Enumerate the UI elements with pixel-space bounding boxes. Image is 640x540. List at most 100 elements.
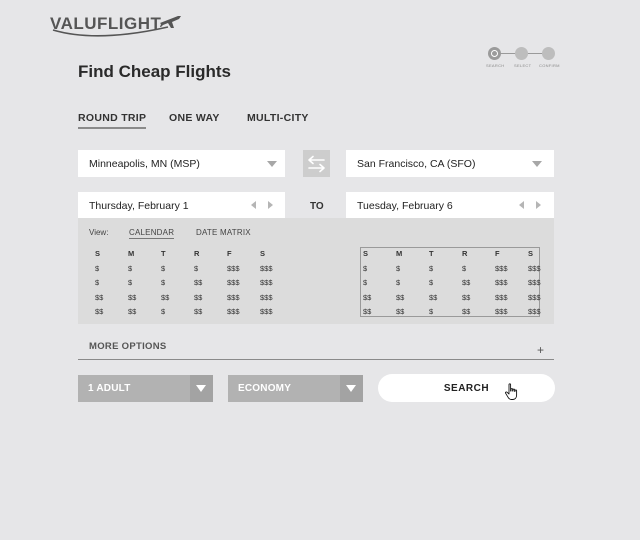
cabin-class-value: ECONOMY <box>238 383 292 394</box>
return-date-value: Tuesday, February 6 <box>357 200 453 212</box>
return-price-cell[interactable]: $$ <box>462 307 495 322</box>
depart-price-cell[interactable]: $$$ <box>227 293 260 308</box>
return-price-cell[interactable]: $$$ <box>495 307 528 322</box>
view-label: View: <box>89 228 109 237</box>
return-price-cell[interactable]: $ <box>396 264 429 279</box>
return-price-cell[interactable]: $$ <box>462 293 495 308</box>
depart-date-field[interactable]: Thursday, February 1 <box>78 192 285 219</box>
step-label-select: SELECT <box>514 63 532 68</box>
return-price-cell[interactable]: $$ <box>396 307 429 322</box>
tab-round-trip[interactable]: ROUND TRIP <box>78 112 147 129</box>
return-price-cell[interactable]: $$$ <box>495 278 528 293</box>
depart-price-cell[interactable]: $ <box>95 264 128 279</box>
chevron-down-icon <box>196 385 206 392</box>
swap-button[interactable] <box>303 150 330 177</box>
depart-price-cell[interactable]: $$ <box>95 293 128 308</box>
return-day-header: R <box>462 249 468 258</box>
prev-date-icon[interactable] <box>251 201 256 209</box>
step-select-indicator <box>515 47 528 60</box>
depart-price-cell[interactable]: $$ <box>194 278 227 293</box>
swap-arrows-icon <box>308 155 325 173</box>
depart-price-cell[interactable]: $ <box>161 307 194 322</box>
plus-icon: + <box>536 343 544 357</box>
depart-day-header: T <box>161 249 166 258</box>
depart-price-cell[interactable]: $$$ <box>227 278 260 293</box>
depart-day-header: F <box>227 249 232 258</box>
depart-price-calendar: S M T R F S $ $ $ $ $$$ $$$ $ $ $ $$ $$$ $$$ $$ $$ $$ $$ $$$ $$… <box>95 249 293 322</box>
depart-price-cell[interactable]: $ <box>128 278 161 293</box>
logo-swoosh <box>52 26 169 37</box>
depart-price-cell[interactable]: $$ <box>194 307 227 322</box>
return-price-cell[interactable]: $$$ <box>528 307 561 322</box>
return-price-cell[interactable]: $$ <box>429 293 462 308</box>
return-price-cell[interactable]: $$ <box>363 307 396 322</box>
return-price-cell[interactable]: $$$ <box>528 264 561 279</box>
depart-price-cell[interactable]: $ <box>161 264 194 279</box>
destination-select[interactable]: San Francisco, CA (SFO) <box>346 150 554 177</box>
calendar-panel: View: CALENDAR DATE MATRIX S M T R F S $ $ $ $ $$$… <box>78 218 554 324</box>
depart-price-cell[interactable]: $$ <box>95 307 128 322</box>
tab-multi-city[interactable]: MULTI-CITY <box>247 112 309 124</box>
depart-price-cell[interactable]: $$$ <box>227 307 260 322</box>
return-price-cell[interactable]: $$ <box>396 293 429 308</box>
depart-price-cell[interactable]: $$$ <box>260 293 293 308</box>
return-price-cell[interactable]: $$$ <box>495 293 528 308</box>
depart-price-cell[interactable]: $$$ <box>227 264 260 279</box>
to-label: TO <box>310 201 324 212</box>
return-price-cell[interactable]: $$ <box>363 293 396 308</box>
cabin-class-select[interactable]: ECONOMY <box>228 375 363 402</box>
depart-price-cell[interactable]: $$ <box>194 293 227 308</box>
return-day-header: M <box>396 249 403 258</box>
hand-cursor-icon <box>505 383 518 400</box>
next-date-icon[interactable] <box>268 201 273 209</box>
more-options-toggle[interactable]: MORE OPTIONS + <box>78 336 554 360</box>
return-day-header: S <box>528 249 534 258</box>
depart-date-value: Thursday, February 1 <box>89 200 189 212</box>
depart-price-cell[interactable]: $ <box>128 264 161 279</box>
return-price-cell[interactable]: $$$ <box>528 278 561 293</box>
return-price-cell[interactable]: $ <box>462 264 495 279</box>
depart-price-cell[interactable]: $$$ <box>260 278 293 293</box>
return-price-cell[interactable]: $ <box>429 264 462 279</box>
depart-price-cell[interactable]: $ <box>194 264 227 279</box>
depart-day-header: S <box>260 249 266 258</box>
dropdown-toggle[interactable] <box>190 375 213 402</box>
return-price-cell[interactable]: $$$ <box>528 293 561 308</box>
prev-date-icon[interactable] <box>519 201 524 209</box>
depart-price-cell[interactable]: $ <box>95 278 128 293</box>
passengers-select[interactable]: 1 ADULT <box>78 375 213 402</box>
view-option-date-matrix[interactable]: DATE MATRIX <box>196 228 251 237</box>
return-day-header: F <box>495 249 500 258</box>
destination-value: San Francisco, CA (SFO) <box>357 158 476 170</box>
depart-price-cell[interactable]: $$$ <box>260 264 293 279</box>
return-price-cell[interactable]: $$$ <box>495 264 528 279</box>
step-search-indicator <box>488 47 501 60</box>
depart-price-cell[interactable]: $ <box>161 278 194 293</box>
return-day-header: T <box>429 249 434 258</box>
next-date-icon[interactable] <box>536 201 541 209</box>
return-price-cell[interactable]: $$ <box>462 278 495 293</box>
page-title: Find Cheap Flights <box>78 62 231 81</box>
depart-price-cell[interactable]: $$ <box>128 293 161 308</box>
return-price-cell[interactable]: $ <box>396 278 429 293</box>
depart-price-cell[interactable]: $$ <box>161 293 194 308</box>
search-button[interactable]: SEARCH <box>378 374 555 402</box>
more-options-label: MORE OPTIONS <box>89 341 167 352</box>
depart-price-cell[interactable]: $$ <box>128 307 161 322</box>
tab-one-way[interactable]: ONE WAY <box>169 112 220 124</box>
origin-select[interactable]: Minneapolis, MN (MSP) <box>78 150 285 177</box>
chevron-down-icon <box>346 385 356 392</box>
brand-logo[interactable]: VALUFLIGHT <box>50 12 181 42</box>
return-price-cell[interactable]: $ <box>363 264 396 279</box>
return-date-field[interactable]: Tuesday, February 6 <box>346 192 554 219</box>
dropdown-toggle[interactable] <box>340 375 363 402</box>
return-price-cell[interactable]: $ <box>429 278 462 293</box>
return-price-cell[interactable]: $ <box>429 307 462 322</box>
return-price-cell[interactable]: $ <box>363 278 396 293</box>
depart-price-cell[interactable]: $$$ <box>260 307 293 322</box>
step-confirm-indicator <box>542 47 555 60</box>
view-option-calendar[interactable]: CALENDAR <box>129 228 175 239</box>
depart-day-header: M <box>128 249 135 258</box>
depart-day-header: S <box>95 249 101 258</box>
origin-value: Minneapolis, MN (MSP) <box>89 158 200 170</box>
